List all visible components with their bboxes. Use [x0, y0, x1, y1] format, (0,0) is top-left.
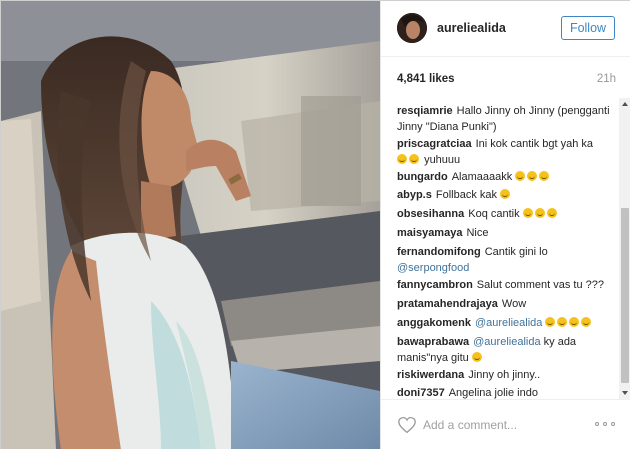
comment-item: fernandomifong Cantik gini lo @serpongfoo… [397, 244, 615, 276]
dot [595, 422, 599, 426]
more-options-icon[interactable] [595, 416, 617, 430]
comment-username[interactable]: doni7357 [397, 387, 445, 399]
comment-text: Follback kak [435, 189, 497, 201]
post-timestamp[interactable]: 21h [597, 73, 616, 85]
comment-username[interactable]: priscagratciaa [397, 138, 472, 150]
add-comment-input[interactable] [423, 418, 583, 432]
post-photo[interactable] [1, 1, 380, 449]
emoji-icon [581, 317, 592, 327]
comment-username[interactable]: bungardo [397, 171, 448, 183]
avatar[interactable] [397, 13, 427, 43]
comment-text: Koq cantik [468, 208, 520, 220]
comment-username[interactable]: bawaprabawa [397, 336, 469, 348]
emoji-icon [527, 171, 538, 181]
emoji-icon [471, 352, 482, 362]
comment-text: Alamaaaakk [451, 171, 513, 183]
emoji-icon [546, 208, 557, 218]
comments-scrollbar[interactable] [619, 98, 630, 399]
comment-username[interactable]: resqiamrie [397, 105, 453, 117]
comment-item: fannycambron Salut comment vas tu ??? [397, 277, 615, 293]
comment-username[interactable]: anggakomenk [397, 317, 471, 329]
emoji-icon [539, 171, 550, 181]
comment-username[interactable]: fannycambron [397, 279, 473, 291]
comment-item: abyp.s Follback kak [397, 187, 615, 203]
post-meta: 4,841 likes 21h [381, 58, 630, 98]
emoji-icon [515, 171, 526, 181]
comment-item: bawaprabawa @aureliealida ky ada manis"ny… [397, 334, 615, 366]
comment-item: resqiamrie Hallo Jinny oh Jinny (penggant… [397, 103, 615, 135]
comment-text: Jinny oh jinny.. [468, 369, 541, 381]
emoji-icon [522, 208, 533, 218]
comment-mention-link[interactable]: @serpongfood [397, 262, 469, 274]
comment-username[interactable]: pratamahendrajaya [397, 298, 498, 310]
scroll-down-arrow-icon[interactable] [619, 387, 630, 399]
comment-username[interactable]: obsesihanna [397, 208, 464, 220]
dot [603, 422, 607, 426]
comment-footer [381, 399, 630, 449]
comment-text: Cantik gini lo [484, 246, 548, 258]
instagram-post-frame: aureliealida Follow 4,841 likes 21h resq… [0, 0, 630, 449]
emoji-icon [534, 208, 545, 218]
comment-username[interactable]: riskiwerdana [397, 369, 464, 381]
comment-username[interactable]: fernandomifong [397, 246, 481, 258]
emoji-icon [397, 154, 407, 164]
comment-item: pratamahendrajaya Wow [397, 296, 615, 312]
scrollbar-thumb[interactable] [621, 208, 629, 383]
comment-text: Salut comment vas tu ??? [476, 279, 604, 291]
comment-item: obsesihanna Koq cantik [397, 206, 615, 222]
comment-item: bungardo Alamaaaakk [397, 169, 615, 185]
comment-text: Wow [501, 298, 527, 310]
comments-list[interactable]: resqiamrie Hallo Jinny oh Jinny (penggant… [381, 98, 621, 399]
comment-item: doni7357 Angelina jolie indo [397, 385, 615, 399]
heart-icon[interactable] [397, 416, 417, 434]
comment-item: riskiwerdana Jinny oh jinny.. [397, 367, 615, 383]
comment-mention-link[interactable]: @aureliealida [473, 336, 540, 348]
emoji-icon [409, 154, 419, 164]
comment-text: Angelina jolie indo [448, 387, 538, 399]
post-photo-illustration [1, 1, 380, 449]
avatar-image [397, 13, 427, 43]
emoji-icon [557, 317, 568, 327]
emoji-icon [569, 317, 580, 327]
comment-item: anggakomenk @aureliealida [397, 315, 615, 331]
dot [611, 422, 615, 426]
comment-username[interactable]: maisyamaya [397, 227, 462, 239]
post-side-panel: aureliealida Follow 4,841 likes 21h resq… [380, 1, 630, 449]
comment-text: Ini kok cantik bgt yah ka [475, 138, 594, 150]
post-header: aureliealida Follow [381, 1, 630, 57]
follow-button[interactable]: Follow [561, 16, 615, 40]
likes-count[interactable]: 4,841 likes [397, 73, 455, 85]
emoji-icon [545, 317, 556, 327]
emoji-icon [500, 189, 511, 199]
comment-text: yuhuuu [424, 154, 461, 166]
comment-item: maisyamaya Nice [397, 225, 615, 241]
comment-username[interactable]: abyp.s [397, 189, 432, 201]
comment-text: Nice [466, 227, 489, 239]
scroll-up-arrow-icon[interactable] [619, 98, 630, 110]
comment-mention-link[interactable]: @aureliealida [475, 317, 542, 329]
comment-item: priscagratciaa Ini kok cantik bgt yah ka … [397, 136, 615, 168]
username-link[interactable]: aureliealida [437, 21, 506, 35]
